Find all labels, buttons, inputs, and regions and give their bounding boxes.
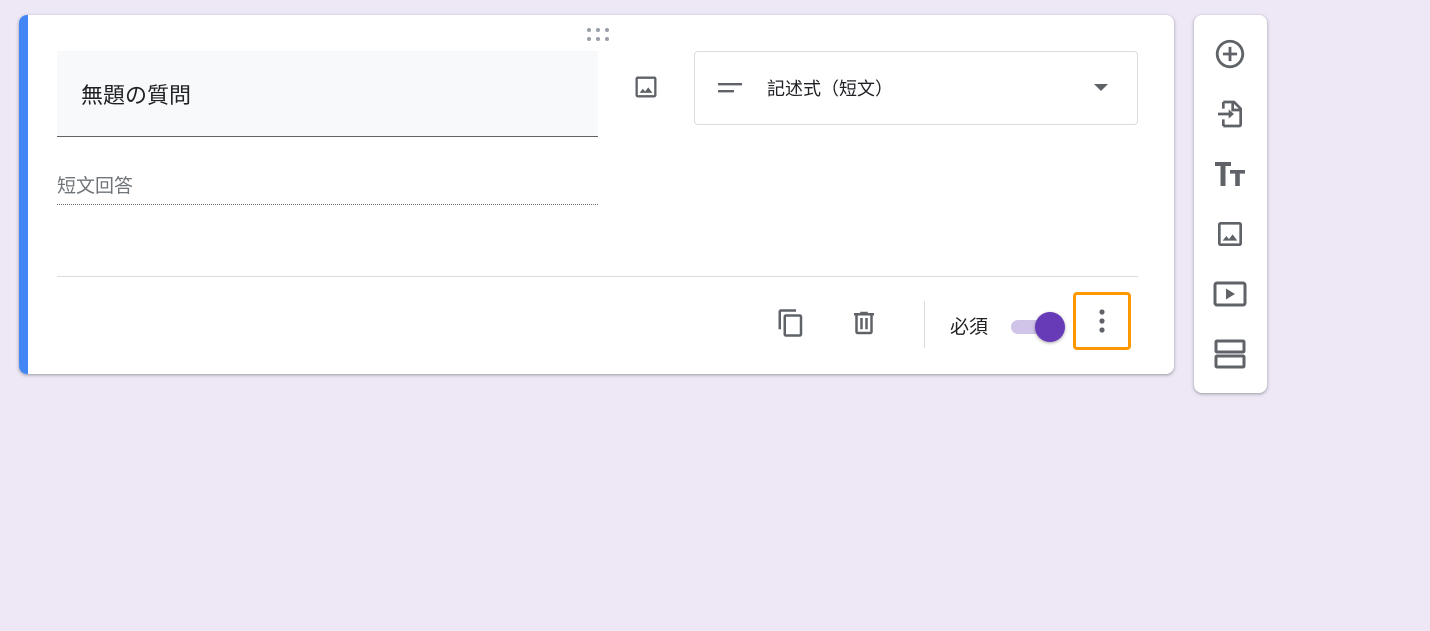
section-icon: [1214, 339, 1246, 369]
more-vert-icon: [1099, 309, 1105, 333]
add-circle-icon: [1215, 39, 1245, 69]
arrow-drop-down-icon: [1093, 80, 1109, 96]
footer-divider: [57, 276, 1138, 277]
image-icon: [1218, 222, 1242, 246]
drag-handle-icon[interactable]: [585, 26, 611, 42]
add-section-button[interactable]: [1210, 334, 1250, 374]
video-icon: [1213, 281, 1247, 307]
required-toggle[interactable]: [1009, 311, 1067, 342]
import-questions-button[interactable]: [1210, 94, 1250, 134]
floating-toolbar: [1194, 15, 1267, 393]
add-question-button[interactable]: [1210, 34, 1250, 74]
short-answer-preview: 短文回答: [57, 165, 598, 205]
add-video-button[interactable]: [1210, 274, 1250, 314]
short-text-icon: [717, 78, 743, 98]
add-image-button[interactable]: [626, 67, 666, 107]
duplicate-button[interactable]: [771, 303, 811, 343]
title-icon: [1215, 162, 1245, 186]
trash-icon: [854, 311, 874, 335]
question-type-label: 記述式（短文）: [767, 79, 893, 100]
footer-vertical-divider: [924, 301, 925, 348]
toggle-thumb: [1035, 312, 1065, 342]
add-title-button[interactable]: [1210, 154, 1250, 194]
image-icon: [635, 76, 657, 98]
more-options-button[interactable]: [1073, 292, 1131, 350]
copy-icon: [778, 309, 803, 337]
import-icon: [1218, 100, 1242, 128]
active-accent-bar: [19, 15, 28, 374]
delete-button[interactable]: [844, 303, 884, 343]
short-answer-placeholder: 短文回答: [57, 175, 134, 197]
question-title-text: 無題の質問: [81, 83, 192, 109]
add-image-tool-button[interactable]: [1210, 214, 1250, 254]
question-type-dropdown[interactable]: 記述式（短文）: [694, 51, 1138, 125]
required-label: 必須: [950, 316, 989, 338]
question-card: 無題の質問 記述式（短文） 短文回答 必須: [19, 15, 1174, 374]
question-title-input[interactable]: 無題の質問: [57, 51, 598, 137]
